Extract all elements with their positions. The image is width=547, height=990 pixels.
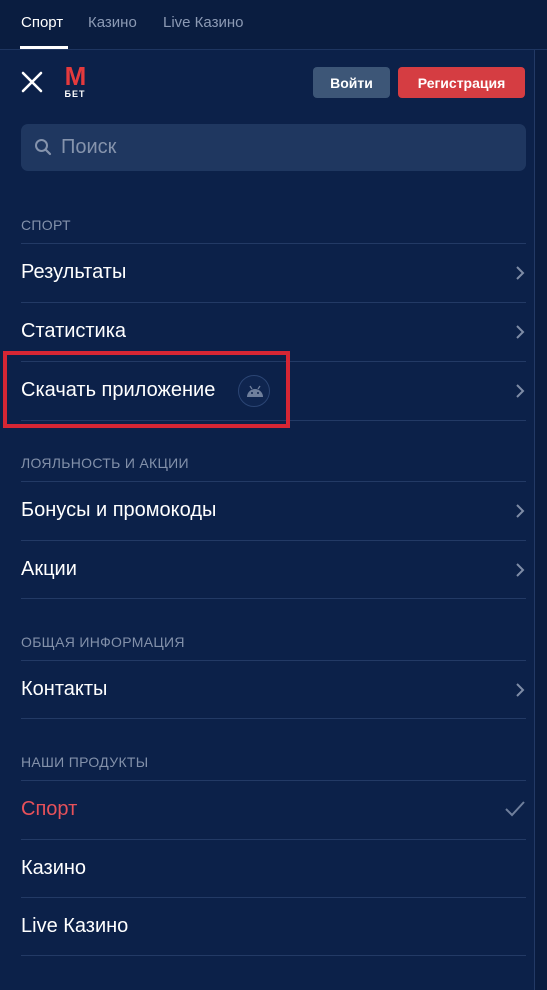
section-title-products: НАШИ ПРОДУКТЫ (21, 754, 149, 770)
register-button[interactable]: Регистрация (398, 67, 525, 98)
section-title-info: ОБЩАЯ ИНФОРМАЦИЯ (21, 634, 185, 650)
menu-item-label: Статистика (21, 320, 127, 342)
section-title-sport: СПОРТ (21, 217, 71, 233)
product-item-sport[interactable]: Спорт (21, 780, 526, 838)
menu-item-label: Контакты (21, 678, 108, 700)
menu-item-label: Казино (21, 857, 87, 879)
menu-item-promotions[interactable]: Акции (21, 540, 526, 598)
search-placeholder: Поиск (61, 136, 117, 158)
menu-item-label: Live Казино (21, 915, 129, 937)
product-item-casino[interactable]: Казино (21, 839, 526, 897)
logo-word: БЕТ (64, 89, 86, 99)
search-icon (35, 139, 52, 156)
menu-item-contacts[interactable]: Контакты (21, 660, 526, 718)
tab-casino[interactable]: Казино (88, 14, 137, 31)
chevron-right-icon (516, 563, 525, 577)
menu-item-label: Спорт (21, 798, 78, 820)
menu-item-label: Бонусы и промокоды (21, 499, 217, 521)
login-button[interactable]: Войти (313, 67, 390, 98)
divider (21, 955, 526, 956)
active-tab-indicator (20, 46, 68, 49)
chevron-right-icon (516, 683, 525, 697)
highlight-frame (3, 351, 290, 428)
menu-item-label: Акции (21, 558, 77, 580)
brand-logo[interactable]: M БЕТ (60, 63, 90, 101)
menu-item-label: Результаты (21, 261, 127, 283)
menu-item-bonuses[interactable]: Бонусы и промокоды (21, 481, 526, 539)
chevron-right-icon (516, 384, 525, 398)
tab-sport[interactable]: Спорт (21, 14, 63, 31)
section-title-loyalty: ЛОЯЛЬНОСТЬ И АКЦИИ (21, 455, 189, 471)
product-item-live-casino[interactable]: Live Казино (21, 897, 526, 955)
divider (21, 598, 526, 599)
divider (21, 718, 526, 719)
scrollbar[interactable] (534, 50, 547, 990)
close-icon[interactable] (20, 70, 44, 94)
top-tab-bar: Спорт Казино Live Казино (0, 0, 547, 50)
menu-item-results[interactable]: Результаты (21, 243, 526, 301)
chevron-right-icon (516, 504, 525, 518)
chevron-right-icon (516, 266, 525, 280)
chevron-right-icon (516, 325, 525, 339)
checkmark-icon (505, 801, 525, 817)
search-input[interactable]: Поиск (21, 124, 526, 171)
tab-live-casino[interactable]: Live Казино (163, 14, 243, 31)
logo-letter: M (64, 61, 87, 91)
